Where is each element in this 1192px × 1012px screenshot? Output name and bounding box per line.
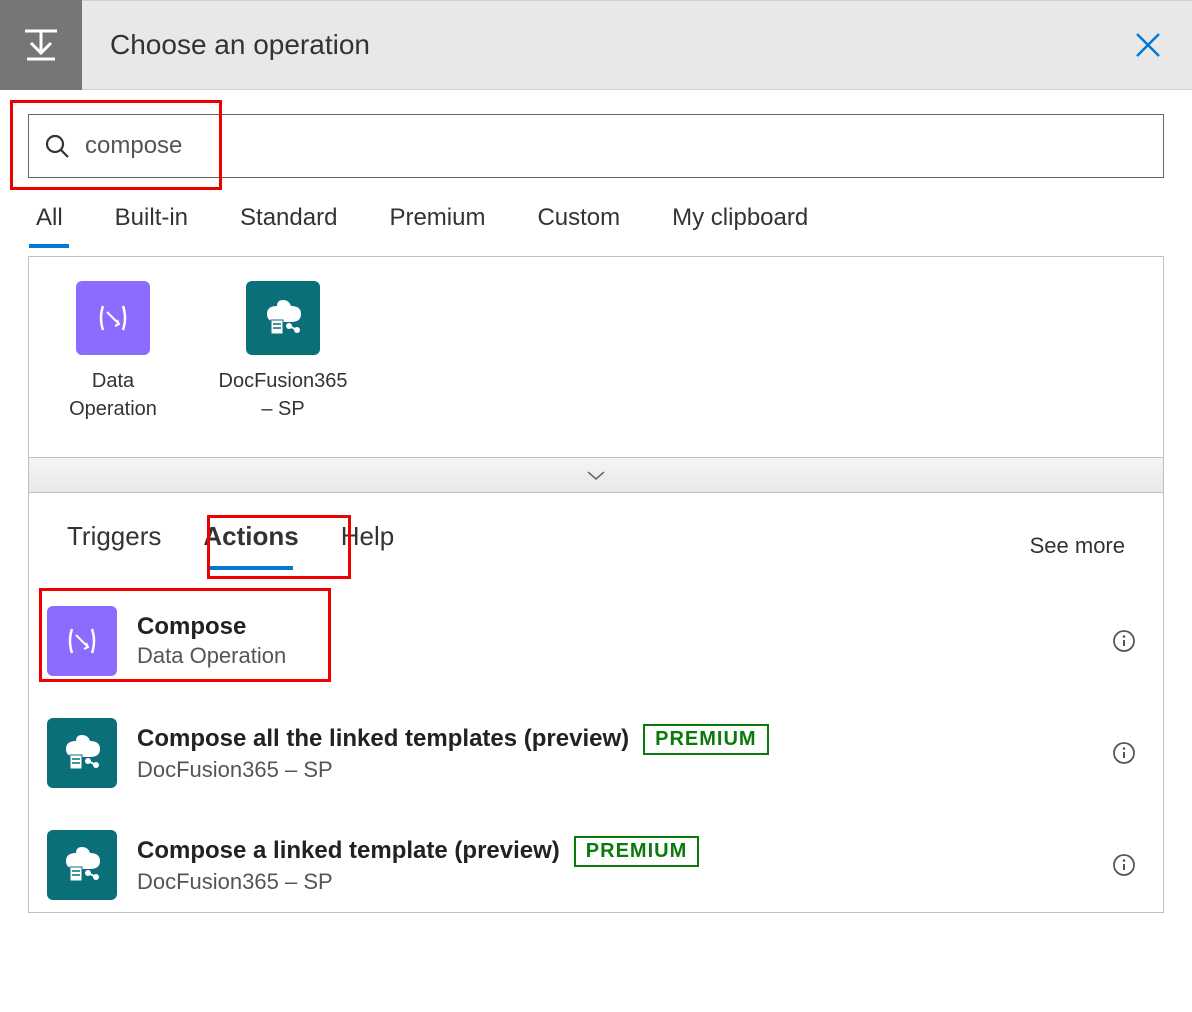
filter-tab-clipboard[interactable]: My clipboard [672,204,808,244]
info-button[interactable] [1109,626,1139,656]
close-button[interactable] [1124,21,1172,69]
docfusion-icon [47,830,117,900]
search-icon [43,132,71,160]
filter-tab-standard[interactable]: Standard [240,204,337,244]
action-compose-all-linked[interactable]: Compose all the linked templates (previe… [29,706,1163,800]
connector-label: DocFusion365 – SP [219,367,348,423]
action-title: Compose [137,613,246,641]
action-subtitle: DocFusion365 – SP [137,869,1097,895]
action-text: Compose Data Operation [137,613,1097,669]
info-icon [1112,741,1136,765]
action-text: Compose all the linked templates (previe… [137,724,1097,783]
search-input[interactable] [85,132,1149,160]
docfusion-icon [47,718,117,788]
filter-tab-premium[interactable]: Premium [389,204,485,244]
expand-divider[interactable] [29,457,1163,493]
dialog-header: Choose an operation [0,0,1192,90]
data-operation-icon [76,281,150,355]
dialog-title: Choose an operation [110,29,1124,61]
sub-tab-triggers[interactable]: Triggers [67,521,161,570]
filter-tab-all[interactable]: All [36,204,63,244]
close-icon [1133,30,1163,60]
operation-type-icon [0,0,82,90]
docfusion-icon [246,281,320,355]
action-title: Compose all the linked templates (previe… [137,725,629,753]
premium-badge: PREMIUM [643,724,768,755]
action-text: Compose a linked template (preview) PREM… [137,836,1097,895]
action-subtitle: DocFusion365 – SP [137,757,1097,783]
sub-tab-actions[interactable]: Actions [203,521,298,570]
search-box[interactable] [28,114,1164,178]
premium-badge: PREMIUM [574,836,699,867]
data-operation-icon [47,606,117,676]
action-compose[interactable]: Compose Data Operation [29,594,1163,688]
connectors-section: Data Operation DocFusion365 – SP [29,257,1163,457]
filter-tab-builtin[interactable]: Built-in [115,204,188,244]
filter-tabs: All Built-in Standard Premium Custom My … [28,204,1164,244]
connector-data-operation[interactable]: Data Operation [53,281,173,423]
sub-tabs-row: Triggers Actions Help See more [29,493,1163,576]
connector-label: Data Operation [53,367,173,423]
info-icon [1112,853,1136,877]
action-subtitle: Data Operation [137,643,1097,669]
info-icon [1112,629,1136,653]
chevron-down-icon [586,469,606,481]
connector-docfusion[interactable]: DocFusion365 – SP [223,281,343,423]
info-button[interactable] [1109,738,1139,768]
action-compose-linked-template[interactable]: Compose a linked template (preview) PREM… [29,818,1163,912]
filter-tab-custom[interactable]: Custom [537,204,620,244]
see-more-link[interactable]: See more [1030,533,1125,559]
sub-tab-help[interactable]: Help [341,521,394,570]
info-button[interactable] [1109,850,1139,880]
results-panel: Data Operation DocFusion365 – SP Trigger… [28,256,1164,913]
action-title: Compose a linked template (preview) [137,837,560,865]
